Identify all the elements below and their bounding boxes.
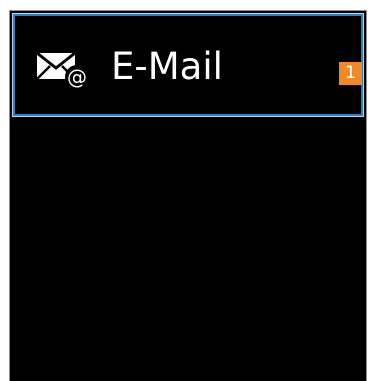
menu-item-email[interactable]: @ E-Mail 1 xyxy=(13,14,363,116)
unread-count-badge: 1 xyxy=(339,62,362,85)
menu-item-label: E-Mail xyxy=(111,45,223,88)
app-screen: @ E-Mail 1 xyxy=(9,10,367,381)
email-at-icon: @ xyxy=(35,49,93,89)
svg-text:@: @ xyxy=(67,65,87,89)
